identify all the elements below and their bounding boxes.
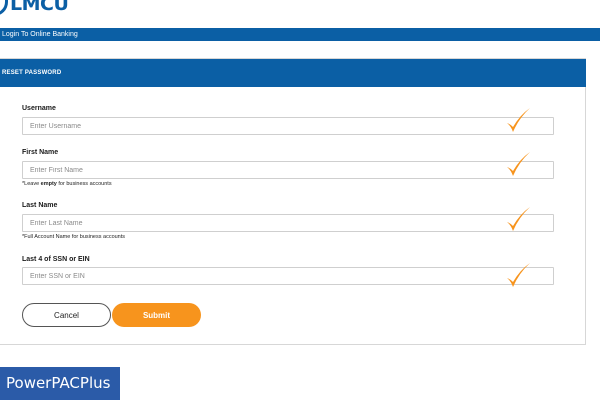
panel-title: RESET PASSWORD bbox=[2, 70, 62, 76]
last-name-checkmark-icon bbox=[507, 207, 530, 231]
first-name-hint-prefix: *Leave bbox=[22, 181, 41, 187]
ssn-checkmark-icon bbox=[507, 263, 530, 287]
first-name-input[interactable] bbox=[22, 161, 554, 179]
panel-header: RESET PASSWORD bbox=[0, 59, 586, 87]
logo-arc-mark bbox=[0, 0, 8, 16]
first-name-label: First Name bbox=[22, 149, 59, 156]
first-name-hint-suffix: for business accounts bbox=[56, 181, 112, 187]
login-bar: Login To Online Banking bbox=[0, 28, 600, 41]
last-name-input[interactable] bbox=[22, 214, 554, 232]
logo-text: LMCU bbox=[10, 0, 69, 15]
reset-password-panel: RESET PASSWORD bbox=[0, 58, 586, 345]
username-input[interactable] bbox=[22, 117, 554, 135]
submit-button[interactable]: Submit bbox=[112, 303, 201, 327]
username-checkmark-icon bbox=[507, 108, 530, 132]
username-label: Username bbox=[22, 105, 56, 112]
login-bar-title: Login To Online Banking bbox=[2, 31, 78, 38]
first-name-checkmark-icon bbox=[507, 152, 530, 176]
first-name-hint-emphasis: empty bbox=[40, 181, 57, 187]
ssn-input[interactable] bbox=[22, 267, 554, 285]
ssn-label: Last 4 of SSN or EIN bbox=[22, 256, 90, 263]
cancel-button[interactable]: Cancel bbox=[22, 303, 111, 327]
powerpacplus-watermark: PowerPACPlus bbox=[0, 367, 120, 400]
last-name-hint: *Full Account Name for business accounts bbox=[22, 234, 126, 240]
last-name-label: Last Name bbox=[22, 202, 58, 209]
first-name-hint: *Leave empty for business accounts bbox=[22, 181, 112, 187]
